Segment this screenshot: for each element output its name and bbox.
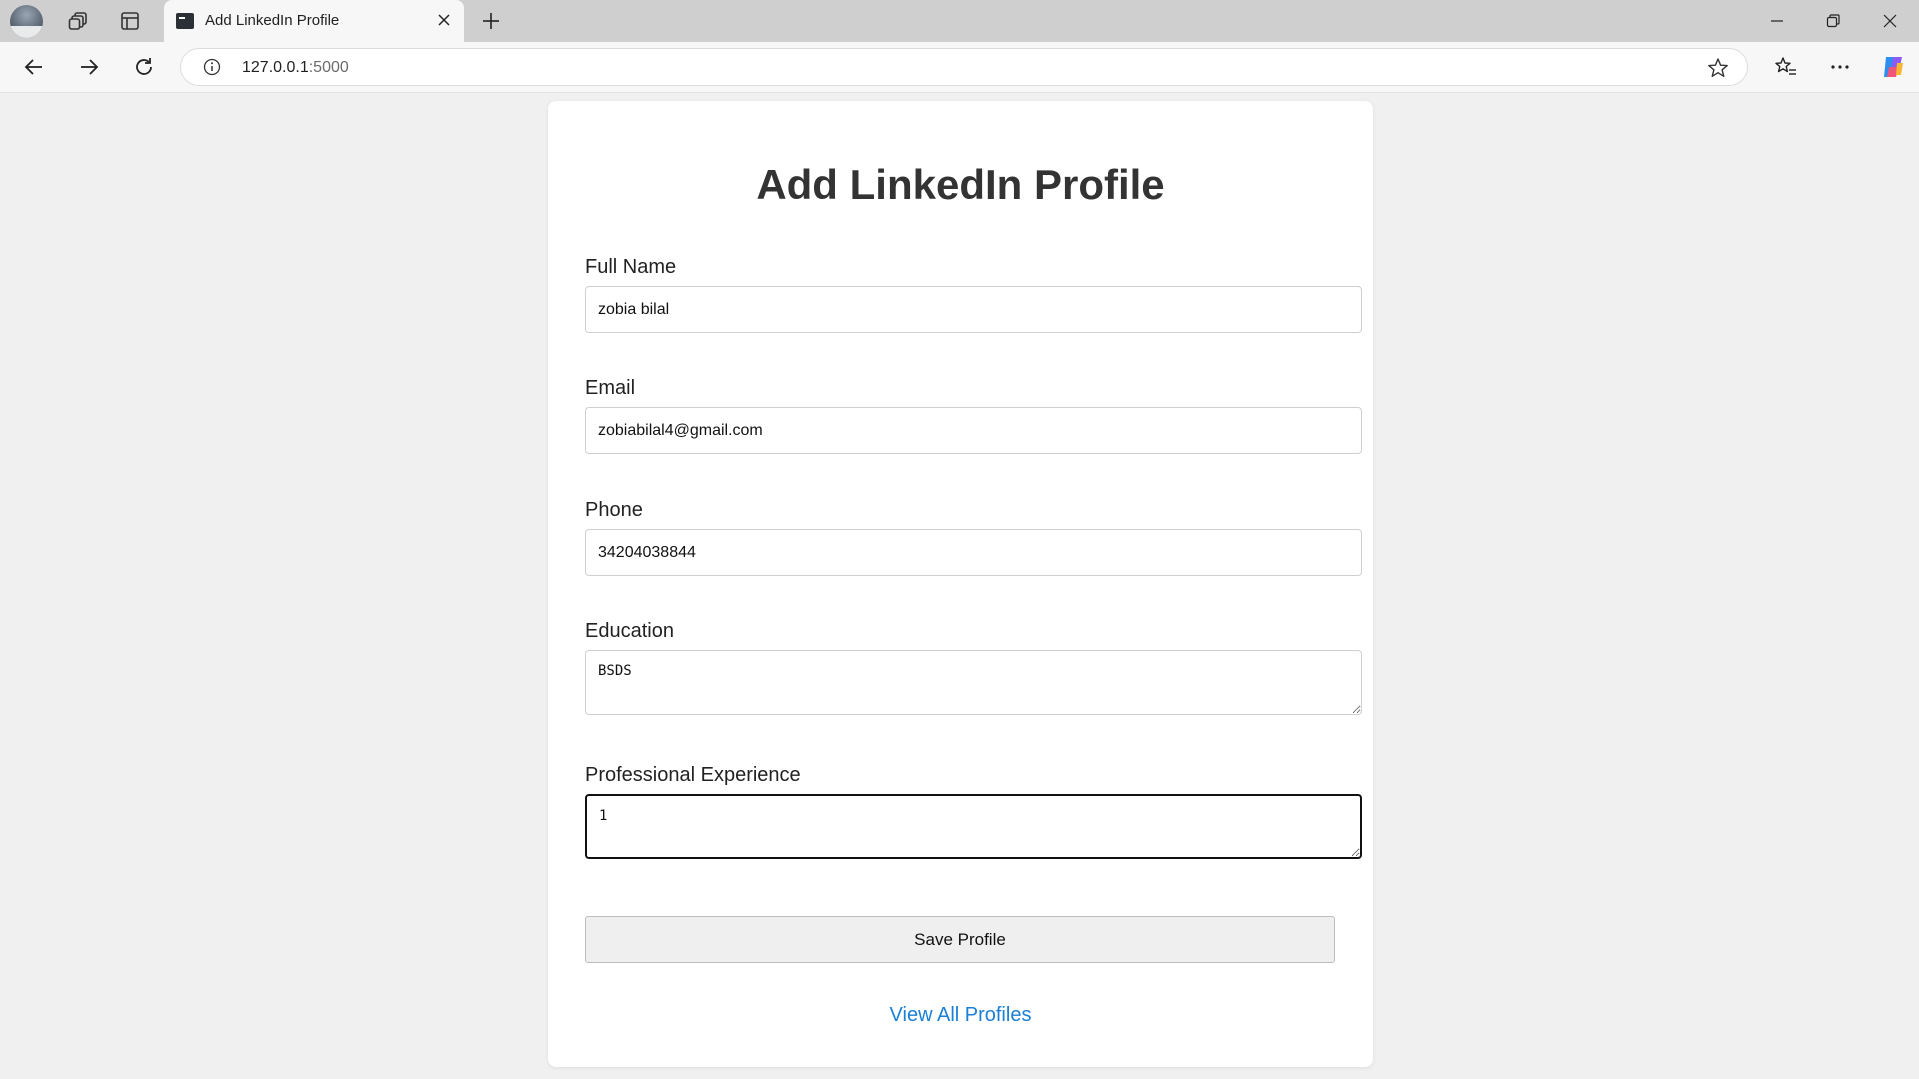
tab-strip: Add LinkedIn Profile: [0, 0, 1919, 42]
close-icon[interactable]: [432, 8, 456, 32]
copilot-icon[interactable]: [1878, 51, 1910, 83]
education-textarea[interactable]: BSDS: [585, 650, 1362, 715]
profile-form-card: Add LinkedIn Profile Full Name Email Pho…: [548, 101, 1373, 1067]
vertical-tabs-icon[interactable]: [115, 6, 145, 36]
active-tab[interactable]: Add LinkedIn Profile: [164, 0, 464, 42]
favorites-list-icon[interactable]: [1770, 51, 1802, 83]
workspaces-icon[interactable]: [64, 6, 94, 36]
address-bar[interactable]: 127.0.0.1:5000: [180, 48, 1748, 86]
browser-toolbar: 127.0.0.1:5000: [0, 42, 1919, 93]
education-label: Education: [585, 620, 674, 642]
forward-arrow-icon[interactable]: [73, 51, 105, 83]
restore-icon[interactable]: [1813, 6, 1853, 36]
url-port: :5000: [308, 59, 349, 76]
star-icon[interactable]: [1707, 57, 1729, 79]
tab-title: Add LinkedIn Profile: [205, 12, 340, 29]
phone-input[interactable]: [585, 529, 1362, 576]
refresh-icon[interactable]: [128, 51, 160, 83]
full-name-label: Full Name: [585, 256, 677, 278]
url-text[interactable]: 127.0.0.1:5000: [242, 59, 349, 77]
close-window-icon[interactable]: [1870, 6, 1910, 36]
back-arrow-icon[interactable]: [18, 51, 50, 83]
terminal-favicon-icon: [176, 13, 194, 29]
url-host: 127.0.0.1: [242, 59, 309, 76]
page-title: Add LinkedIn Profile: [756, 161, 1165, 208]
info-icon[interactable]: [203, 58, 221, 76]
phone-label: Phone: [585, 499, 643, 521]
more-icon[interactable]: [1824, 51, 1856, 83]
full-name-input[interactable]: [585, 286, 1362, 333]
view-all-profiles-link[interactable]: View All Profiles: [548, 1004, 1373, 1027]
experience-textarea[interactable]: 1: [585, 794, 1362, 859]
email-input[interactable]: [585, 407, 1362, 454]
email-label: Email: [585, 377, 636, 399]
plus-icon[interactable]: [476, 6, 506, 36]
profile-avatar[interactable]: [10, 5, 43, 38]
save-profile-button[interactable]: Save Profile: [585, 916, 1335, 963]
minimize-icon[interactable]: [1757, 6, 1797, 36]
experience-label: Professional Experience: [585, 764, 801, 786]
